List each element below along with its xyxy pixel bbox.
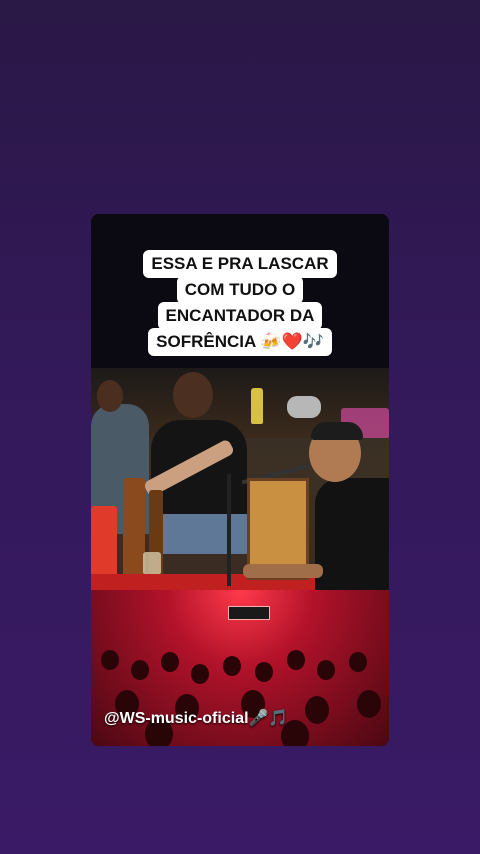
guitarist-jeans <box>153 514 253 554</box>
caption-line-3: ENCANTADOR DA <box>157 302 323 330</box>
singer <box>315 478 389 590</box>
crowd-head <box>191 664 209 684</box>
lamp-shape <box>287 396 321 418</box>
crowd-head <box>287 650 305 670</box>
channel-handle[interactable]: @WS-music-oficial🎤🎵 <box>104 708 288 728</box>
glass <box>143 552 161 574</box>
crowd-head <box>161 652 179 672</box>
crowd-head <box>305 696 329 724</box>
crowd-head <box>131 660 149 680</box>
crowd-head <box>255 662 273 682</box>
crowd-head <box>317 660 335 680</box>
mic-stand <box>227 474 231 586</box>
crowd-head <box>357 690 381 718</box>
caption-line-2: COM TUDO O <box>176 276 304 304</box>
caption-line-1: ESSA E PRA LASCAR <box>143 250 337 278</box>
singer-hair <box>311 422 363 440</box>
crowd-head <box>101 650 119 670</box>
stage-screen <box>228 606 270 620</box>
music-performance-image <box>91 368 389 590</box>
bottle-shape <box>251 388 263 424</box>
singer-arms <box>243 564 323 578</box>
crowd-head <box>349 652 367 672</box>
person-left-head <box>97 380 123 412</box>
caption-area: ESSA E PRA LASCAR COM TUDO O ENCANTADOR … <box>91 214 389 368</box>
crowd-head <box>223 656 241 676</box>
video-card[interactable]: ESSA E PRA LASCAR COM TUDO O ENCANTADOR … <box>91 214 389 746</box>
guitarist-head <box>173 372 213 418</box>
caption-text: ESSA E PRA LASCAR COM TUDO O ENCANTADOR … <box>91 250 389 356</box>
whisky-bottle <box>123 478 145 578</box>
caption-line-4: SOFRÊNCIA 🍻❤️🎶 <box>148 328 332 356</box>
